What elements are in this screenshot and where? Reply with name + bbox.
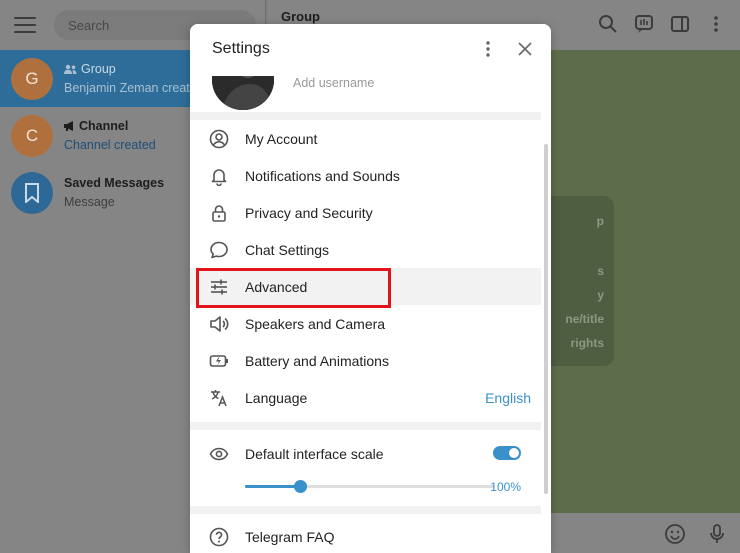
microphone-icon[interactable] <box>706 523 728 545</box>
slider-fill <box>245 485 300 488</box>
menu-item-privacy[interactable]: Privacy and Security <box>190 194 541 231</box>
settings-dialog: Add username Settings My Account Notific… <box>190 24 551 553</box>
menu-item-battery[interactable]: Battery and Animations <box>190 342 541 379</box>
more-vertical-icon[interactable] <box>706 14 726 34</box>
poll-icon[interactable] <box>634 14 654 34</box>
bell-icon <box>208 165 230 187</box>
avatar: C <box>11 114 53 157</box>
speaker-icon <box>208 313 230 335</box>
section-divider <box>190 506 541 514</box>
interface-scale-section: Default interface scale 100% <box>190 438 541 494</box>
menu-item-speakers-camera[interactable]: Speakers and Camera <box>190 305 541 342</box>
menu-item-advanced[interactable]: Advanced <box>190 268 541 308</box>
service-message-bubble: p s y ne/title rights <box>542 196 614 366</box>
close-icon[interactable] <box>514 38 536 60</box>
settings-title: Settings <box>212 40 270 57</box>
group-icon <box>64 64 77 74</box>
faq-section: Telegram FAQ <box>190 518 541 553</box>
chat-title: Group <box>281 8 320 24</box>
username-hint[interactable]: Add username <box>293 76 374 90</box>
chat-preview: Channel created <box>64 138 156 152</box>
chat-name: Group <box>81 62 116 76</box>
menu-item-language[interactable]: Language English <box>190 379 541 416</box>
bookmark-icon <box>11 171 53 214</box>
megaphone-icon <box>64 121 73 131</box>
help-circle-icon <box>208 526 230 548</box>
chat-bubble-icon <box>208 239 230 261</box>
menu-item-label: My Account <box>245 130 318 147</box>
profile-section: Add username <box>190 50 551 112</box>
scale-value: 100% <box>490 480 521 494</box>
menu-item-label: Notifications and Sounds <box>245 167 400 184</box>
lock-icon <box>208 202 230 224</box>
search-icon[interactable] <box>598 14 618 34</box>
avatar: G <box>11 57 53 100</box>
menu-icon[interactable] <box>14 17 36 33</box>
menu-item-label: Language <box>245 389 308 406</box>
settings-menu: My Account Notifications and Sounds Priv… <box>190 120 541 416</box>
scale-toggle[interactable] <box>493 446 521 460</box>
user-circle-icon <box>208 128 230 150</box>
chat-name: Channel <box>79 119 129 133</box>
scale-slider[interactable] <box>245 480 495 493</box>
scrollbar[interactable] <box>544 144 548 494</box>
menu-item-chat-settings[interactable]: Chat Settings <box>190 231 541 268</box>
menu-item-label: Privacy and Security <box>245 204 373 221</box>
sliders-icon <box>208 276 230 298</box>
more-vertical-icon[interactable] <box>477 38 499 60</box>
language-value: English <box>485 389 531 406</box>
chat-name: Saved Messages <box>64 176 165 190</box>
chat-preview: Benjamin Zeman created <box>64 81 204 95</box>
eye-icon <box>208 443 230 465</box>
menu-item-label: Advanced <box>245 278 308 295</box>
sidebar-toggle-icon[interactable] <box>670 14 690 34</box>
emoji-icon[interactable] <box>664 523 686 545</box>
menu-item-label: Battery and Animations <box>245 352 389 369</box>
translate-icon <box>208 387 230 409</box>
scale-toggle-row[interactable]: Default interface scale <box>190 438 541 470</box>
menu-item-label: Speakers and Camera <box>245 315 386 332</box>
menu-item-telegram-faq[interactable]: Telegram FAQ <box>190 518 541 553</box>
battery-icon <box>208 350 230 372</box>
menu-item-notifications[interactable]: Notifications and Sounds <box>190 157 541 194</box>
menu-item-label: Telegram FAQ <box>245 528 335 545</box>
scale-label: Default interface scale <box>245 446 384 462</box>
settings-header: Settings <box>190 24 551 76</box>
slider-handle[interactable] <box>294 480 307 493</box>
section-divider <box>190 422 541 430</box>
chat-preview: Message <box>64 195 115 209</box>
menu-item-my-account[interactable]: My Account <box>190 120 541 157</box>
section-divider <box>190 112 541 120</box>
menu-item-label: Chat Settings <box>245 241 330 258</box>
